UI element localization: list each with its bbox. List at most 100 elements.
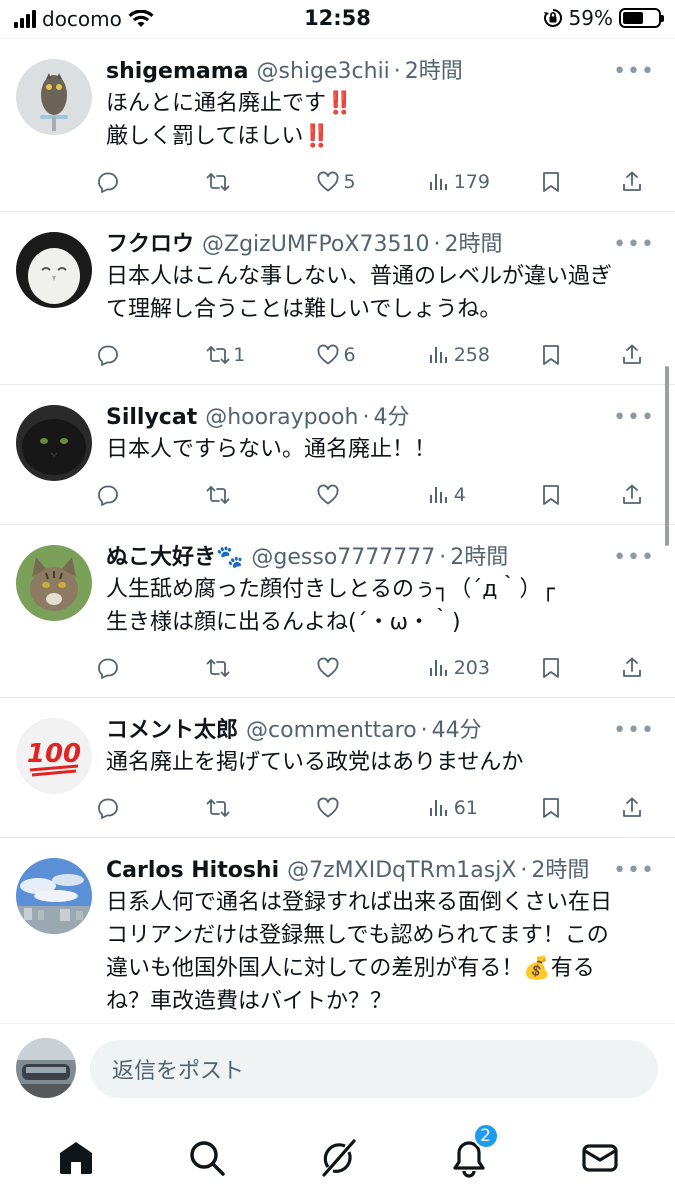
reply-button[interactable]: [96, 648, 206, 688]
orientation-lock-icon: [543, 9, 562, 27]
bookmark-button[interactable]: [539, 475, 620, 515]
tweet-actions: 61: [96, 779, 659, 837]
more-options-icon[interactable]: •••: [613, 232, 655, 257]
more-options-icon[interactable]: •••: [613, 405, 655, 430]
reply-button[interactable]: [96, 335, 206, 375]
repost-icon: [206, 656, 230, 680]
tab-search[interactable]: [177, 1135, 237, 1181]
author-handle[interactable]: @hooraypooh: [205, 403, 358, 433]
views-button[interactable]: 203: [427, 648, 539, 688]
views-icon: [427, 656, 451, 680]
tweet[interactable]: ••• shigemama @shige3chii · 2時間 ほんとに通名廃止です‼️ 厳…: [0, 39, 675, 212]
views-button[interactable]: 179: [427, 162, 539, 202]
bookmark-button[interactable]: [539, 162, 620, 202]
repost-button[interactable]: [206, 162, 316, 202]
tweet-time[interactable]: 4分: [373, 403, 409, 433]
author-name[interactable]: ぬこ大好き🐾: [106, 543, 243, 573]
tweet[interactable]: ••• フクロウ @ZgizUMFPoX73510 · 2時間 日本人はこんな事しない、普…: [0, 212, 675, 385]
views-count: 61: [453, 797, 478, 819]
bookmark-button[interactable]: [539, 648, 620, 688]
tweet-header: コメント太郎 @commenttaro · 44分: [106, 716, 659, 746]
tweet-text-line: ほんとに通名廃止です‼️: [106, 91, 354, 116]
views-button[interactable]: 258: [427, 335, 539, 375]
tab-grok[interactable]: [308, 1135, 368, 1181]
tweet-text: 通名廃止を掲げている政党はありませんか: [106, 746, 659, 779]
tweet-time[interactable]: 44分: [432, 716, 482, 746]
heart-icon: [316, 343, 340, 367]
tabby-cat-avatar[interactable]: [16, 545, 92, 621]
tweet-time[interactable]: 2時間: [444, 230, 502, 260]
more-options-icon[interactable]: •••: [613, 545, 655, 570]
tweet-text: 人生舐め腐った顔付きしとるのぅ┐（´д｀）┌ 生き様は顔に出るんよね(´・ω・｀): [106, 573, 659, 639]
notification-badge: 2: [472, 1123, 499, 1149]
tweet-header: Carlos Hitoshi @7zMXIDqTRm1asjX · 2時間: [106, 856, 659, 886]
repost-icon: [206, 170, 230, 194]
tab-notifications[interactable]: 2: [439, 1123, 499, 1181]
tweet-time[interactable]: 2時間: [531, 856, 589, 886]
reply-button[interactable]: [96, 788, 206, 828]
like-button[interactable]: 5: [316, 162, 426, 202]
views-button[interactable]: 4: [427, 475, 539, 515]
tweet-header: shigemama @shige3chii · 2時間: [106, 57, 659, 87]
repost-icon: [206, 483, 230, 507]
repost-icon: [206, 343, 230, 367]
share-button[interactable]: [620, 788, 659, 828]
tweet-body: フクロウ @ZgizUMFPoX73510 · 2時間 日本人はこんな事しない、普通のレ…: [98, 230, 659, 384]
like-button[interactable]: [316, 788, 426, 828]
author-name[interactable]: shigemama: [106, 57, 249, 87]
repost-button[interactable]: [206, 788, 316, 828]
reply-button[interactable]: [96, 475, 206, 515]
tweet[interactable]: ••• Carlos Hitoshi @7zMXIDqTRm1asjX · 2時間 日系人…: [0, 838, 675, 1023]
owl-avatar[interactable]: [16, 59, 92, 135]
like-button[interactable]: [316, 475, 426, 515]
repost-button[interactable]: [206, 648, 316, 688]
author-handle[interactable]: @commenttaro: [246, 716, 417, 746]
tab-home[interactable]: [46, 1135, 106, 1181]
repost-button[interactable]: [206, 475, 316, 515]
tweet-time[interactable]: 2時間: [405, 57, 463, 87]
author-name[interactable]: Sillycat: [106, 403, 197, 433]
share-button[interactable]: [620, 162, 659, 202]
reply-feed[interactable]: ••• shigemama @shige3chii · 2時間 ほんとに通名廃止です‼️ 厳…: [0, 38, 675, 1023]
reply-input[interactable]: 返信をポスト: [90, 1040, 658, 1098]
reply-icon: [96, 343, 120, 367]
share-icon: [620, 343, 644, 367]
author-name[interactable]: Carlos Hitoshi: [106, 856, 279, 886]
author-handle[interactable]: @7zMXIDqTRm1asjX: [287, 856, 516, 886]
views-button[interactable]: 61: [427, 788, 539, 828]
more-options-icon[interactable]: •••: [613, 718, 655, 743]
like-button[interactable]: 6: [316, 335, 426, 375]
more-options-icon[interactable]: •••: [613, 858, 655, 883]
more-options-icon[interactable]: •••: [613, 59, 655, 84]
bookmark-button[interactable]: [539, 335, 620, 375]
author-name[interactable]: フクロウ: [106, 230, 194, 260]
author-handle[interactable]: @shige3chii: [257, 57, 390, 87]
share-button[interactable]: [620, 335, 659, 375]
tweet-text-line: 日本人はこんな事しない、普通のレベルが違い過ぎ: [106, 264, 613, 289]
hundred-points-avatar[interactable]: 100: [16, 718, 92, 794]
white-owl-avatar[interactable]: [16, 232, 92, 308]
mail-icon: [581, 1144, 618, 1172]
like-button[interactable]: [316, 648, 426, 688]
retweets-count: 1: [233, 344, 246, 366]
repost-button[interactable]: 1: [206, 335, 316, 375]
heart-icon: [316, 483, 340, 507]
black-cat-avatar[interactable]: [16, 405, 92, 481]
reply-button[interactable]: [96, 162, 206, 202]
views-count: 4: [453, 484, 466, 506]
tweet[interactable]: 100 ••• コメント太郎 @commenttaro · 44分 通名廃止を掲げている政党…: [0, 698, 675, 838]
author-handle[interactable]: @gesso7777777: [251, 543, 435, 573]
author-handle[interactable]: @ZgizUMFPoX73510: [202, 230, 429, 260]
tab-messages[interactable]: [570, 1135, 630, 1181]
share-button[interactable]: [620, 648, 659, 688]
share-button[interactable]: [620, 475, 659, 515]
bookmark-button[interactable]: [539, 788, 620, 828]
share-icon: [620, 170, 644, 194]
scrollbar[interactable]: [665, 366, 669, 546]
author-name[interactable]: コメント太郎: [106, 716, 238, 746]
tweet[interactable]: ••• ぬこ大好き🐾 @gesso7777777 · 2時間 人生舐め腐った顔付きしとるの…: [0, 525, 675, 698]
my-avatar[interactable]: [16, 1038, 76, 1098]
sky-city-avatar[interactable]: [16, 858, 92, 934]
tweet-time[interactable]: 2時間: [450, 543, 508, 573]
tweet[interactable]: ••• Sillycat @hooraypooh · 4分 日本人ですらない。通名廃止！！…: [0, 385, 675, 525]
